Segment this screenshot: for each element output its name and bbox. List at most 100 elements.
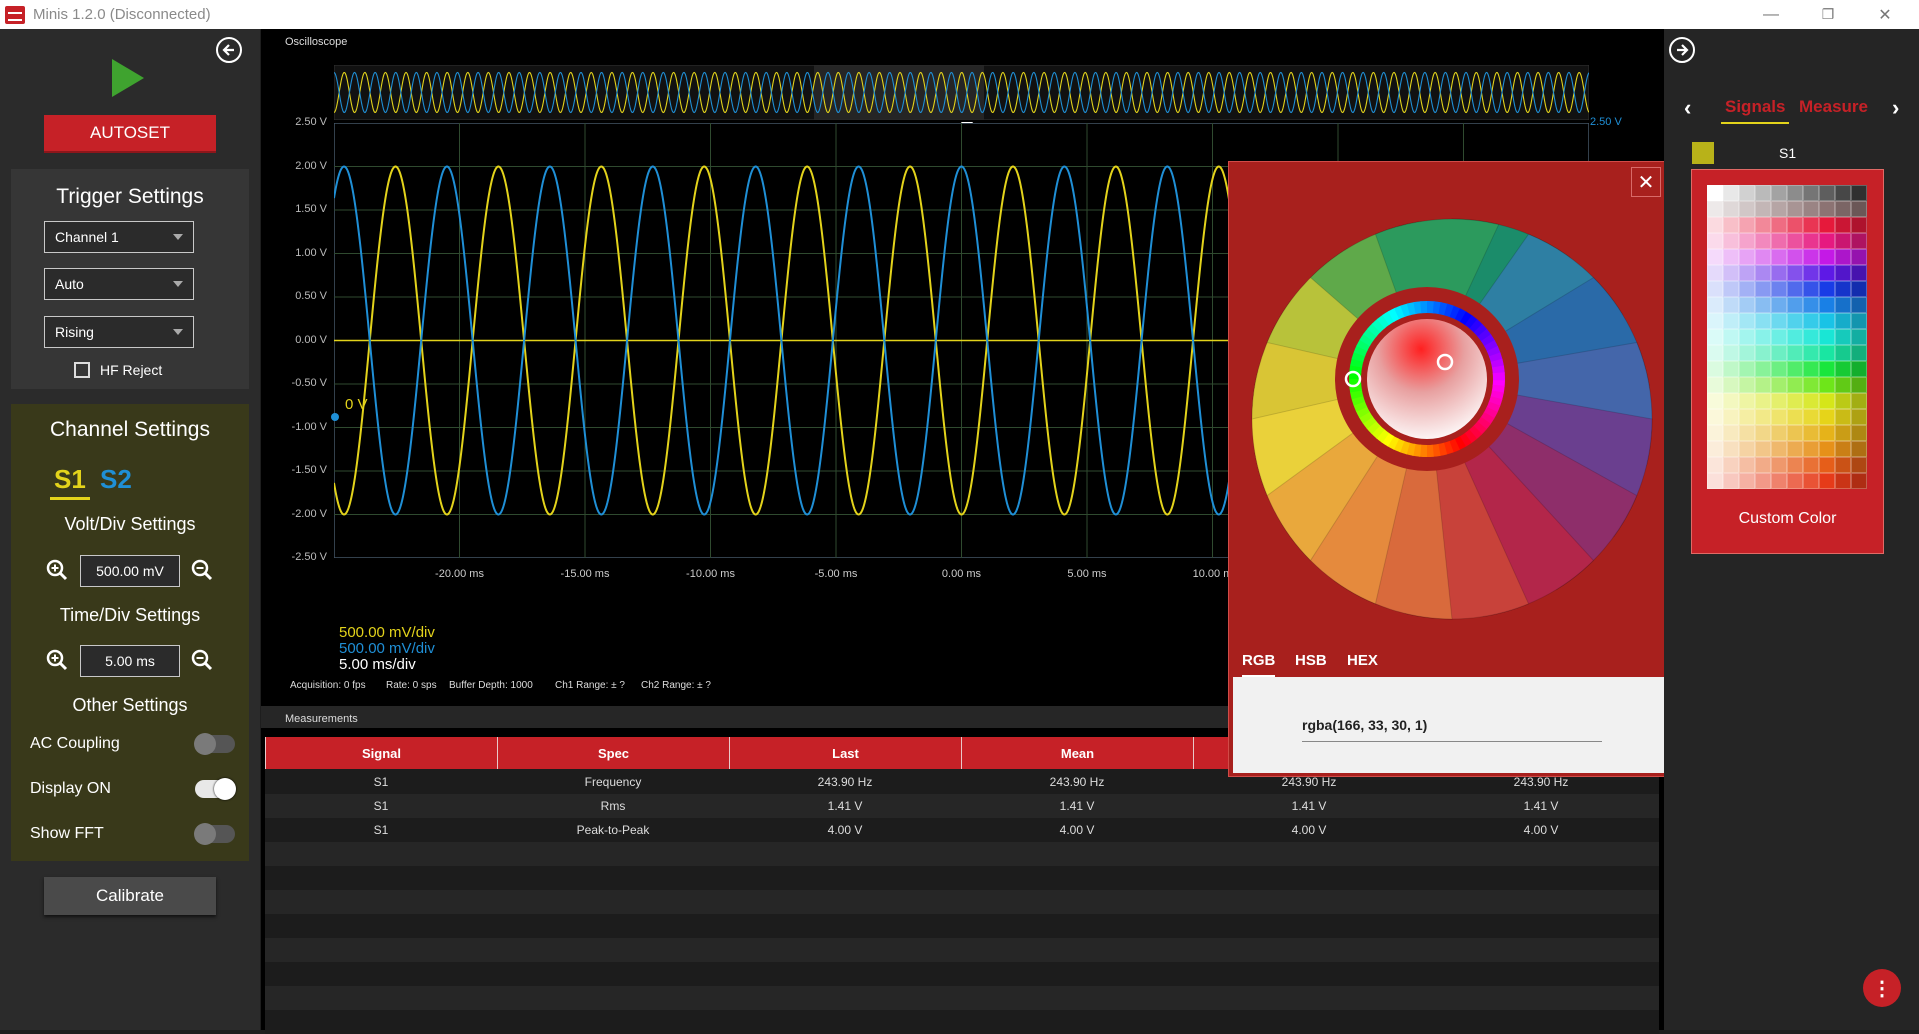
palette-swatch[interactable] (1803, 361, 1819, 377)
palette-swatch[interactable] (1835, 329, 1851, 345)
palette-swatch[interactable] (1771, 265, 1787, 281)
palette-swatch[interactable] (1755, 345, 1771, 361)
palette-swatch[interactable] (1739, 329, 1755, 345)
palette-swatch[interactable] (1851, 281, 1867, 297)
palette-swatch[interactable] (1803, 377, 1819, 393)
palette-swatch[interactable] (1755, 457, 1771, 473)
palette-swatch[interactable] (1851, 425, 1867, 441)
palette-swatch[interactable] (1739, 473, 1755, 489)
palette-swatch[interactable] (1771, 425, 1787, 441)
palette-swatch[interactable] (1755, 201, 1771, 217)
palette-swatch[interactable] (1803, 313, 1819, 329)
palette-swatch[interactable] (1755, 441, 1771, 457)
palette-swatch[interactable] (1819, 345, 1835, 361)
palette-swatch[interactable] (1739, 393, 1755, 409)
palette-swatch[interactable] (1835, 393, 1851, 409)
table-header-cell[interactable]: Spec (497, 737, 729, 769)
palette-swatch[interactable] (1755, 265, 1771, 281)
palette-swatch[interactable] (1739, 361, 1755, 377)
palette-swatch[interactable] (1771, 233, 1787, 249)
palette-swatch[interactable] (1771, 393, 1787, 409)
palette-swatch[interactable] (1819, 249, 1835, 265)
zoom-out-icon[interactable] (190, 648, 214, 672)
palette-swatch[interactable] (1723, 393, 1739, 409)
palette-swatch[interactable] (1835, 425, 1851, 441)
palette-swatch[interactable] (1819, 457, 1835, 473)
play-run-icon[interactable] (112, 59, 144, 97)
color-wheel[interactable] (1247, 214, 1657, 624)
palette-swatch[interactable] (1771, 185, 1787, 201)
palette-swatch[interactable] (1723, 329, 1739, 345)
palette-swatch[interactable] (1819, 201, 1835, 217)
trigger-edge-select[interactable]: Rising (44, 316, 194, 348)
waveform-overview-strip[interactable] (334, 65, 1589, 120)
palette-swatch[interactable] (1771, 473, 1787, 489)
palette-swatch[interactable] (1835, 361, 1851, 377)
palette-swatch[interactable] (1707, 313, 1723, 329)
palette-swatch[interactable] (1851, 217, 1867, 233)
palette-swatch[interactable] (1787, 217, 1803, 233)
calibrate-button[interactable]: Calibrate (44, 877, 216, 915)
palette-swatch[interactable] (1787, 425, 1803, 441)
palette-swatch[interactable] (1707, 233, 1723, 249)
palette-swatch[interactable] (1723, 457, 1739, 473)
palette-swatch[interactable] (1819, 361, 1835, 377)
palette-swatch[interactable] (1755, 473, 1771, 489)
palette-swatch[interactable] (1851, 409, 1867, 425)
palette-swatch[interactable] (1835, 313, 1851, 329)
palette-swatch[interactable] (1755, 393, 1771, 409)
signal-color-swatch[interactable] (1692, 142, 1714, 164)
palette-swatch[interactable] (1851, 249, 1867, 265)
tab-measure[interactable]: Measure (1799, 97, 1868, 117)
palette-swatch[interactable] (1787, 409, 1803, 425)
palette-swatch[interactable] (1771, 313, 1787, 329)
palette-swatch[interactable] (1723, 345, 1739, 361)
palette-swatch[interactable] (1787, 393, 1803, 409)
palette-swatch[interactable] (1851, 473, 1867, 489)
palette-swatch[interactable] (1787, 345, 1803, 361)
palette-swatch[interactable] (1787, 233, 1803, 249)
palette-swatch[interactable] (1755, 281, 1771, 297)
palette-swatch[interactable] (1851, 265, 1867, 281)
palette-swatch[interactable] (1707, 361, 1723, 377)
palette-swatch[interactable] (1707, 201, 1723, 217)
palette-swatch[interactable] (1819, 441, 1835, 457)
table-header-cell[interactable]: Mean (961, 737, 1193, 769)
palette-swatch[interactable] (1755, 297, 1771, 313)
palette-swatch[interactable] (1723, 265, 1739, 281)
palette-swatch[interactable] (1723, 233, 1739, 249)
palette-swatch[interactable] (1723, 313, 1739, 329)
palette-swatch[interactable] (1755, 329, 1771, 345)
palette-swatch[interactable] (1755, 217, 1771, 233)
palette-swatch[interactable] (1819, 233, 1835, 249)
palette-swatch[interactable] (1803, 281, 1819, 297)
palette-swatch[interactable] (1787, 441, 1803, 457)
palette-swatch[interactable] (1851, 233, 1867, 249)
palette-swatch[interactable] (1723, 361, 1739, 377)
tab-s1[interactable]: S1 (50, 464, 90, 500)
palette-swatch[interactable] (1803, 393, 1819, 409)
palette-swatch[interactable] (1707, 377, 1723, 393)
palette-swatch[interactable] (1771, 201, 1787, 217)
palette-swatch[interactable] (1835, 457, 1851, 473)
palette-swatch[interactable] (1771, 297, 1787, 313)
palette-swatch[interactable] (1739, 297, 1755, 313)
palette-swatch[interactable] (1723, 409, 1739, 425)
palette-swatch[interactable] (1707, 217, 1723, 233)
palette-swatch[interactable] (1851, 345, 1867, 361)
hf-reject-checkbox[interactable] (74, 362, 90, 378)
palette-swatch[interactable] (1851, 377, 1867, 393)
palette-swatch[interactable] (1723, 249, 1739, 265)
zoom-in-icon[interactable] (45, 558, 69, 582)
palette-swatch[interactable] (1851, 185, 1867, 201)
restore-button[interactable]: ❐ (1805, 0, 1851, 29)
palette-swatch[interactable] (1739, 281, 1755, 297)
palette-swatch[interactable] (1819, 313, 1835, 329)
trigger-mode-select[interactable]: Auto (44, 268, 194, 300)
palette-swatch[interactable] (1787, 281, 1803, 297)
palette-swatch[interactable] (1787, 473, 1803, 489)
palette-swatch[interactable] (1723, 425, 1739, 441)
palette-swatch[interactable] (1739, 185, 1755, 201)
palette-swatch[interactable] (1707, 329, 1723, 345)
palette-swatch[interactable] (1755, 425, 1771, 441)
